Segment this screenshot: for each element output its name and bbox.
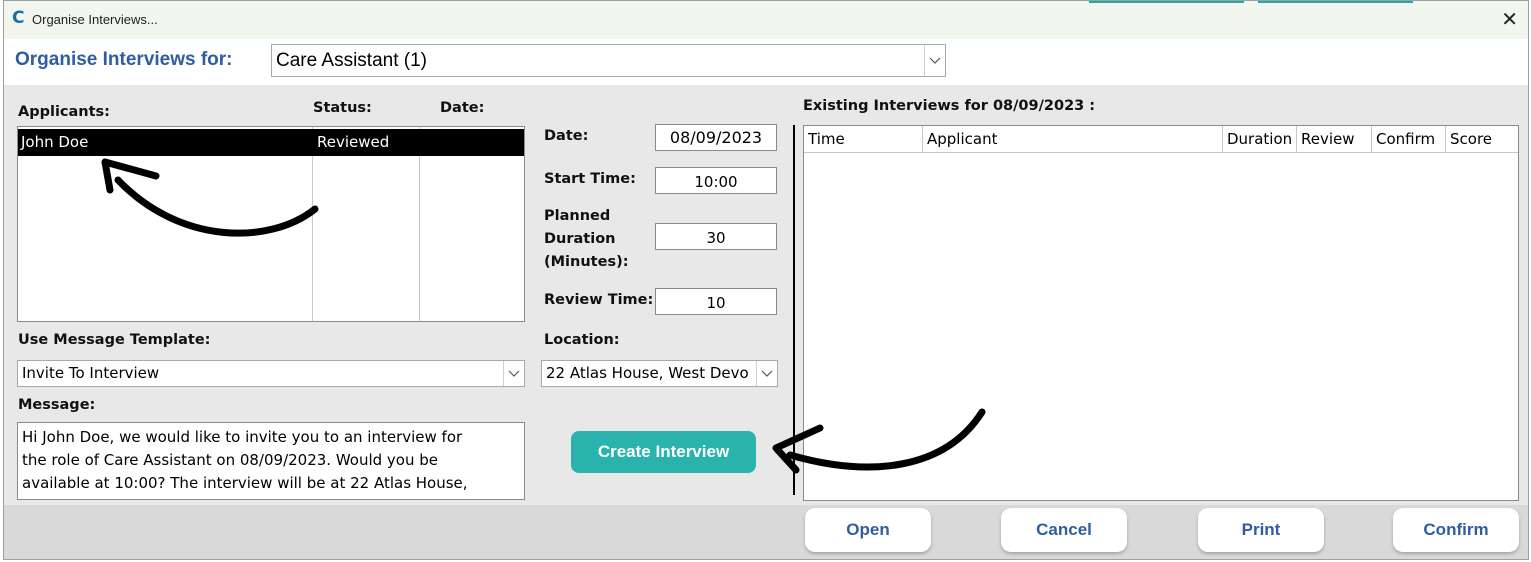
- column-divider: [419, 127, 420, 321]
- date-field[interactable]: 08/09/2023: [655, 124, 777, 151]
- message-line: available at 10:00? The interview will b…: [22, 474, 468, 492]
- location-value: 22 Atlas House, West Devo: [546, 364, 749, 382]
- date-field-value: 08/09/2023: [669, 128, 763, 147]
- template-select-value: Invite To Interview: [22, 364, 160, 382]
- applicants-label: Applicants:: [18, 104, 110, 120]
- date-column-header: Date:: [440, 100, 485, 116]
- role-select-value: Care Assistant (1): [276, 50, 427, 71]
- column-header-applicant[interactable]: Applicant: [923, 126, 1223, 152]
- message-textarea[interactable]: Hi John Doe, we would like to invite you…: [17, 422, 525, 500]
- existing-interviews-label: Existing Interviews for 08/09/2023 :: [803, 98, 1096, 114]
- location-label: Location:: [544, 332, 620, 348]
- section-divider: [793, 125, 795, 495]
- duration-label-line: Duration: [544, 231, 616, 247]
- review-time-field[interactable]: 10: [655, 288, 777, 315]
- create-interview-button[interactable]: Create Interview: [571, 431, 756, 473]
- start-time-label: Start Time:: [544, 171, 636, 187]
- header-row: Organise Interviews for: Care Assistant …: [4, 39, 1528, 85]
- organise-interviews-dialog: C Organise Interviews... ✕ Organise Inte…: [3, 0, 1529, 560]
- open-button[interactable]: Open: [805, 508, 931, 552]
- review-time-value: 10: [706, 294, 726, 312]
- review-time-label: Review Time:: [544, 292, 654, 308]
- background-tab-accent: [1089, 1, 1244, 3]
- chevron-down-icon[interactable]: [924, 45, 945, 76]
- applicant-status: Reviewed: [317, 133, 390, 151]
- message-line: Hi John Doe, we would like to invite you…: [22, 428, 463, 446]
- cancel-button[interactable]: Cancel: [1001, 508, 1127, 552]
- applicant-name: John Doe: [21, 133, 89, 151]
- column-header-score[interactable]: Score: [1446, 126, 1518, 152]
- template-select[interactable]: Invite To Interview: [17, 360, 525, 387]
- title-bar: C Organise Interviews... ✕: [4, 1, 1528, 39]
- column-divider: [312, 127, 313, 321]
- message-label: Message:: [18, 397, 96, 413]
- applicants-list[interactable]: John Doe Reviewed: [17, 126, 525, 322]
- date-label: Date:: [544, 128, 589, 144]
- duration-value: 30: [706, 229, 726, 247]
- column-header-confirm[interactable]: Confirm: [1372, 126, 1446, 152]
- chevron-down-icon[interactable]: [503, 361, 524, 386]
- column-header-duration[interactable]: Duration: [1223, 126, 1297, 152]
- app-logo-icon: C: [12, 8, 25, 28]
- template-label: Use Message Template:: [18, 332, 211, 348]
- duration-field[interactable]: 30: [655, 223, 777, 250]
- start-time-field[interactable]: 10:00: [655, 167, 777, 194]
- duration-label-line: (Minutes):: [544, 254, 629, 270]
- print-button[interactable]: Print: [1198, 508, 1324, 552]
- applicant-row[interactable]: John Doe Reviewed: [18, 129, 524, 156]
- location-select[interactable]: 22 Atlas House, West Devo: [541, 360, 778, 387]
- background-tab-accent: [1258, 1, 1413, 3]
- status-column-header: Status:: [313, 100, 372, 116]
- confirm-button[interactable]: Confirm: [1393, 508, 1519, 552]
- existing-interviews-table[interactable]: Time Applicant Duration Review Confirm S…: [803, 125, 1519, 501]
- column-header-time[interactable]: Time: [804, 126, 923, 152]
- chevron-down-icon[interactable]: [756, 361, 777, 386]
- window-title: Organise Interviews...: [32, 12, 158, 27]
- table-header: Time Applicant Duration Review Confirm S…: [804, 126, 1518, 153]
- duration-label-line: Planned: [544, 208, 611, 224]
- role-select[interactable]: Care Assistant (1): [271, 44, 946, 77]
- close-icon[interactable]: ✕: [1501, 7, 1518, 31]
- start-time-value: 10:00: [694, 173, 738, 191]
- column-header-review[interactable]: Review: [1297, 126, 1372, 152]
- message-line: the role of Care Assistant on 08/09/2023…: [22, 451, 439, 469]
- organise-for-label: Organise Interviews for:: [15, 49, 233, 70]
